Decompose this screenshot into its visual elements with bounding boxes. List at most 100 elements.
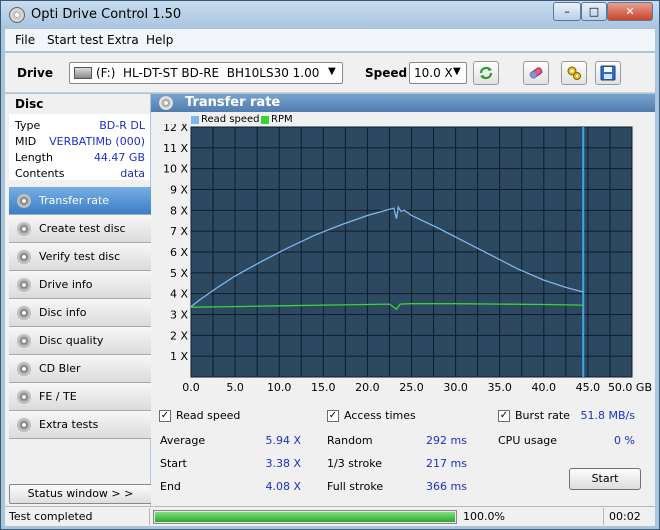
x-tick-label: 40.0 — [532, 381, 557, 394]
disc-icon — [17, 418, 31, 432]
average-label: Average — [160, 434, 206, 447]
disc-header: Disc — [9, 94, 150, 114]
y-tick-label: 12 X — [163, 124, 188, 134]
nav-fe-te[interactable]: FE / TE — [9, 383, 152, 411]
read-speed-label: Read speed — [176, 409, 241, 422]
status-bar: Test completed 100.0% 00:02 — [5, 506, 655, 526]
panel-header: Transfer rate — [151, 94, 655, 112]
x-tick-label: 5.0 — [226, 381, 244, 394]
read-speed-checkbox[interactable]: ✓ — [159, 410, 171, 422]
menu-extra[interactable]: Extra — [107, 33, 139, 47]
eraser-icon — [529, 67, 543, 79]
nav-drive-info[interactable]: Drive info — [9, 271, 152, 299]
y-tick-label: 10 X — [163, 163, 188, 176]
disc-value: VERBATIMb (000) — [49, 135, 145, 148]
nav-disc-quality[interactable]: Disc quality — [9, 327, 152, 355]
burst-rate-label: Burst rate — [515, 409, 570, 422]
nav-transfer-rate[interactable]: Transfer rate — [9, 187, 152, 215]
nav-create-test-disc[interactable]: Create test disc — [9, 215, 152, 243]
legend-swatch-rpm — [261, 116, 269, 124]
disc-row-type: Type BD-R DL — [15, 119, 145, 135]
close-button[interactable]: ✕ — [607, 2, 653, 21]
x-tick-label: 30.0 — [443, 381, 468, 394]
panel-title: Transfer rate — [185, 95, 281, 110]
progress-bar — [153, 510, 457, 524]
disc-icon — [17, 334, 31, 348]
disc-icon — [17, 222, 31, 236]
menu-bar: File Start test Extra Help — [5, 29, 655, 51]
nav-label: Drive info — [39, 278, 93, 291]
app-window: Opti Drive Control 1.50 – □ ✕ File Start… — [0, 0, 660, 530]
disc-row-contents: Contents data — [15, 167, 145, 183]
y-tick-label: 4 X — [170, 288, 188, 301]
refresh-icon — [479, 66, 493, 80]
app-disc-icon — [9, 7, 25, 23]
speed-select[interactable]: 10.0 X ▼ — [409, 62, 467, 84]
x-tick-label: 35.0 — [487, 381, 512, 394]
status-text: Test completed — [9, 510, 93, 523]
minimize-button[interactable]: – — [553, 2, 581, 21]
nav-label: Create test disc — [39, 222, 126, 235]
nav-label: Disc info — [39, 306, 87, 319]
y-tick-label: 6 X — [170, 246, 188, 259]
chevron-down-icon: ▼ — [328, 66, 336, 77]
save-button[interactable] — [595, 61, 621, 85]
nav-label: FE / TE — [39, 390, 77, 403]
disc-key: MID — [15, 135, 37, 148]
end-value: 4.08 X — [265, 480, 301, 493]
legend-swatch-read-speed — [191, 116, 199, 124]
nav-disc-info[interactable]: Disc info — [9, 299, 152, 327]
access-times-checkbox[interactable]: ✓ — [327, 410, 339, 422]
disc-value: data — [120, 167, 145, 180]
status-divider — [603, 508, 604, 525]
disc-key: Type — [15, 119, 41, 132]
menu-file[interactable]: File — [15, 33, 35, 47]
y-tick-label: 9 X — [170, 184, 188, 197]
refresh-button[interactable] — [473, 61, 499, 85]
nav-label: CD Bler — [39, 362, 81, 375]
progress-fill — [155, 512, 455, 522]
chevron-down-icon: ▼ — [453, 66, 461, 77]
start-value: 3.38 X — [265, 457, 301, 470]
speed-select-value: 10.0 X — [414, 66, 453, 80]
menu-help[interactable]: Help — [146, 33, 173, 47]
nav-cd-bler[interactable]: CD Bler — [9, 355, 152, 383]
stats-panel: ✓ Read speed ✓ Access times ✓ Burst rate… — [151, 405, 655, 506]
y-tick-label: 1 X — [170, 350, 188, 363]
x-tick-label: 15.0 — [311, 381, 336, 394]
drive-label: Drive — [17, 66, 53, 80]
x-tick-label: 25.0 — [399, 381, 424, 394]
erase-button[interactable] — [523, 61, 549, 85]
disc-row-mid: MID VERBATIMb (000) — [15, 135, 145, 151]
third-stroke-label: 1/3 stroke — [327, 457, 382, 470]
toolbar: Drive (F:) HL-DT-ST BD-RE BH10LS30 1.00 … — [5, 53, 655, 93]
burst-rate-checkbox[interactable]: ✓ — [498, 410, 510, 422]
menu-start-test[interactable]: Start test — [47, 33, 103, 47]
maximize-button[interactable]: □ — [581, 2, 607, 21]
progress-percent: 100.0% — [463, 510, 505, 523]
average-value: 5.94 X — [265, 434, 301, 447]
status-window-button[interactable]: Status window > > — [9, 484, 152, 504]
floppy-save-icon — [600, 65, 616, 81]
nav-verify-test-disc[interactable]: Verify test disc — [9, 243, 152, 271]
nav-extra-tests[interactable]: Extra tests — [9, 411, 152, 439]
access-times-label: Access times — [344, 409, 416, 422]
disc-icon — [17, 278, 31, 292]
y-tick-label: 11 X — [163, 142, 188, 155]
sidebar: Disc Type BD-R DL MID VERBATIMb (000) Le… — [5, 94, 152, 506]
settings-button[interactable] — [561, 61, 587, 85]
nav-label: Disc quality — [39, 334, 104, 347]
start-label: Start — [160, 457, 187, 470]
drive-icon — [74, 67, 92, 79]
nav-label: Transfer rate — [39, 194, 110, 207]
disc-icon — [17, 194, 31, 208]
disc-icon — [159, 96, 173, 110]
random-value: 292 ms — [426, 434, 467, 447]
start-button[interactable]: Start — [569, 468, 641, 490]
drive-select[interactable]: (F:) HL-DT-ST BD-RE BH10LS30 1.00 ▼ — [69, 62, 343, 84]
cpu-usage-label: CPU usage — [498, 434, 558, 447]
disc-icon — [17, 390, 31, 404]
x-tick-label: 0.0 — [182, 381, 200, 394]
speed-label: Speed — [365, 66, 408, 80]
y-tick-label: 8 X — [170, 204, 188, 217]
